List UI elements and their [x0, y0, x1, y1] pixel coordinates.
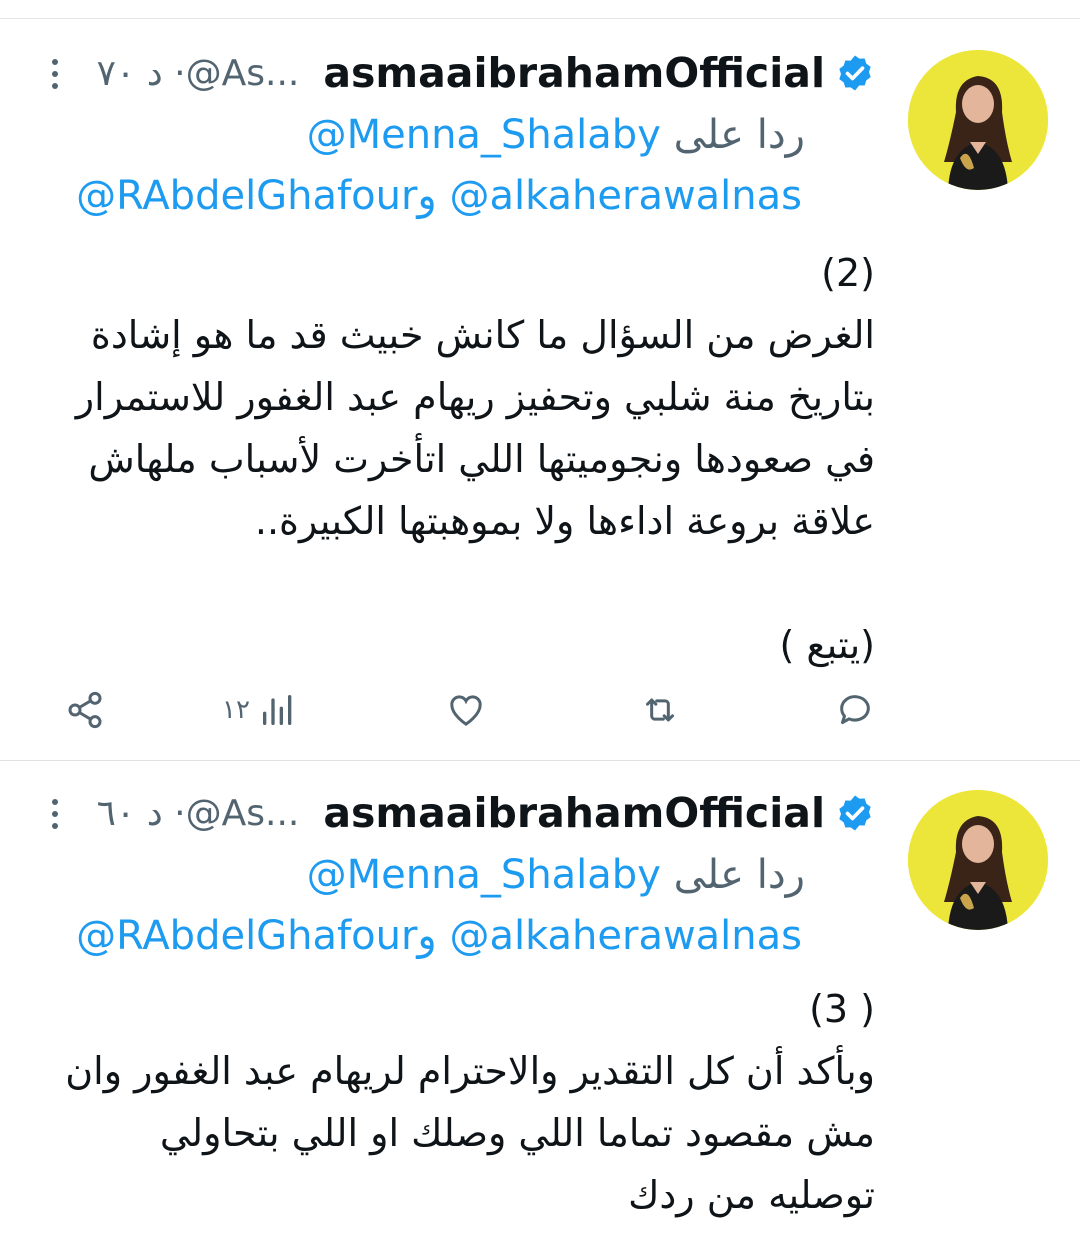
mentions-line: @RAbdelGhafourو @alkaherawalnas: [76, 173, 802, 219]
like-button[interactable]: [446, 680, 486, 740]
reply-label: ردا على: [673, 112, 805, 158]
heart-icon: [450, 695, 482, 726]
views-count: ١٢: [222, 695, 250, 725]
tweet-actions: ١٢: [0, 680, 1080, 740]
mention-conjunction: و: [417, 913, 437, 959]
tweet-text-line: بتاريخ منة شلبي وتحفيز ريهام عبد الغفور …: [75, 375, 875, 419]
tweet-text-line: في صعودها ونجوميتها اللي اتأخرت لأسباب م…: [88, 437, 875, 481]
mention-link[interactable]: @RAbdelGhafour: [76, 913, 417, 959]
more-vertical-icon[interactable]: [40, 796, 70, 832]
tweet-text-line: الغرض من السؤال ما كانش خبيث قد ما هو إش…: [90, 313, 875, 357]
tweet-text: ( 3) وبأكد أن كل التقدير والاحترام لريها…: [40, 978, 875, 1226]
tweet-header: د ٧٠ ·@As... asmaaibrahamOfficial: [97, 49, 875, 97]
share-icon: [68, 691, 102, 729]
avatar[interactable]: [908, 790, 1048, 930]
author-name[interactable]: asmaaibrahamOfficial: [323, 49, 825, 97]
reply-button[interactable]: [835, 680, 875, 740]
tweet-meta[interactable]: د ٧٠ ·@As...: [97, 53, 300, 94]
mentions-line: @RAbdelGhafourو @alkaherawalnas: [76, 913, 802, 959]
tweet-text-line: وبأكد أن كل التقدير والاحترام لريهام عبد…: [65, 1049, 875, 1093]
tweet-divider: [0, 760, 1080, 761]
top-border: [0, 18, 1080, 19]
tweet-text-line: ( 3): [809, 987, 875, 1031]
tweet-2[interactable]: د ٦٠ ·@As... asmaaibrahamOfficial ردا عل…: [0, 770, 1080, 1240]
tweet-text-line: (يتبع ): [779, 623, 875, 667]
mention-link[interactable]: @alkaherawalnas: [449, 913, 802, 959]
tweet-1[interactable]: د ٧٠ ·@As... asmaaibrahamOfficial ردا عل…: [0, 30, 1080, 755]
views-button[interactable]: ١٢: [222, 680, 298, 740]
mention-conjunction: و: [417, 173, 437, 219]
tweet-header: د ٦٠ ·@As... asmaaibrahamOfficial: [97, 789, 875, 837]
tweet-text-line: توصليه من ردك: [628, 1173, 875, 1217]
author-name[interactable]: asmaaibrahamOfficial: [323, 789, 825, 837]
comment-icon: [840, 695, 870, 724]
tweet-text-line: مش مقصود تماما اللي وصلك او اللي بتحاولي: [159, 1111, 875, 1155]
share-button[interactable]: [65, 680, 105, 740]
more-vertical-icon[interactable]: [40, 56, 70, 92]
reply-to-line: ردا على @Menna_Shalaby: [307, 112, 805, 158]
reply-handle-link[interactable]: @Menna_Shalaby: [307, 852, 661, 898]
reply-label: ردا على: [673, 852, 805, 898]
mention-link[interactable]: @RAbdelGhafour: [76, 173, 417, 219]
tweet-text-line: علاقة بروعة اداءها ولا بموهبتها الكبيرة.…: [254, 499, 875, 543]
verified-badge-icon: [839, 795, 871, 831]
tweet-text-line: (2): [821, 251, 875, 295]
reply-to-line: ردا على @Menna_Shalaby: [307, 852, 805, 898]
verified-badge-icon: [839, 55, 871, 91]
retweet-icon: [646, 698, 674, 722]
tweet-meta[interactable]: د ٦٠ ·@As...: [97, 793, 300, 834]
reply-handle-link[interactable]: @Menna_Shalaby: [307, 112, 661, 158]
avatar[interactable]: [908, 50, 1048, 190]
tweet-text: (2) الغرض من السؤال ما كانش خبيث قد ما ه…: [40, 242, 875, 676]
mention-link[interactable]: @alkaherawalnas: [449, 173, 802, 219]
retweet-button[interactable]: [640, 680, 680, 740]
analytics-icon: [262, 695, 292, 725]
